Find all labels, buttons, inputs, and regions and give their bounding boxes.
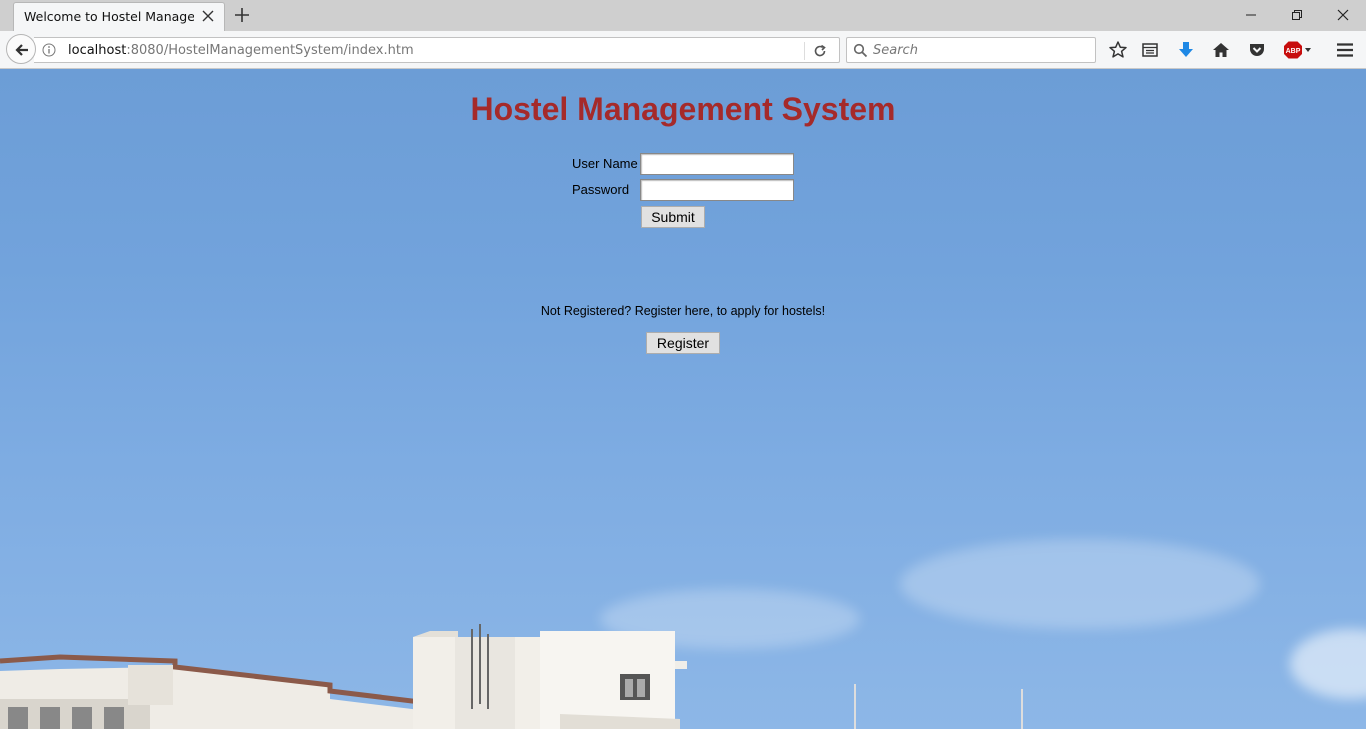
reading-list-icon[interactable] [1140, 40, 1160, 60]
search-bar[interactable]: Search [846, 37, 1096, 63]
password-input[interactable] [640, 179, 794, 201]
register-prompt: Not Registered? Register here, to apply … [540, 304, 826, 318]
pocket-icon[interactable] [1247, 40, 1267, 60]
reload-icon[interactable] [812, 43, 828, 64]
tab-title: Welcome to Hostel Managem... [24, 9, 194, 24]
menu-icon[interactable] [1335, 40, 1355, 60]
download-icon[interactable] [1176, 40, 1196, 60]
password-label: Password [572, 182, 630, 197]
url-text: localhost:8080/HostelManagementSystem/in… [68, 43, 414, 58]
username-input[interactable] [640, 153, 794, 175]
restore-icon[interactable] [1274, 0, 1320, 30]
username-label: User Name [572, 156, 638, 171]
page-viewport: Hostel Management System User Name Passw… [0, 69, 1366, 729]
submit-button[interactable]: Submit [641, 206, 705, 228]
tab-close-icon[interactable] [200, 8, 216, 24]
page-title: Hostel Management System [470, 91, 896, 127]
back-button[interactable] [6, 34, 36, 64]
bookmark-star-icon[interactable] [1108, 40, 1128, 60]
adblock-icon[interactable]: ABP [1283, 40, 1313, 60]
background-buildings [0, 624, 1023, 729]
new-tab-icon[interactable] [232, 5, 252, 25]
info-icon[interactable] [42, 43, 56, 62]
close-window-icon[interactable] [1320, 0, 1366, 30]
svg-text:ABP: ABP [1286, 48, 1301, 55]
navigation-toolbar: localhost:8080/HostelManagementSystem/in… [0, 31, 1366, 69]
register-button[interactable]: Register [646, 332, 720, 354]
url-divider [804, 42, 805, 60]
tab-strip: Welcome to Hostel Managem... [0, 0, 1366, 31]
home-icon[interactable] [1211, 40, 1231, 60]
search-placeholder: Search [873, 43, 918, 58]
url-bar[interactable]: localhost:8080/HostelManagementSystem/in… [34, 37, 840, 63]
minimize-icon[interactable] [1228, 0, 1274, 30]
search-icon [853, 43, 868, 63]
browser-tab[interactable]: Welcome to Hostel Managem... [13, 2, 225, 31]
